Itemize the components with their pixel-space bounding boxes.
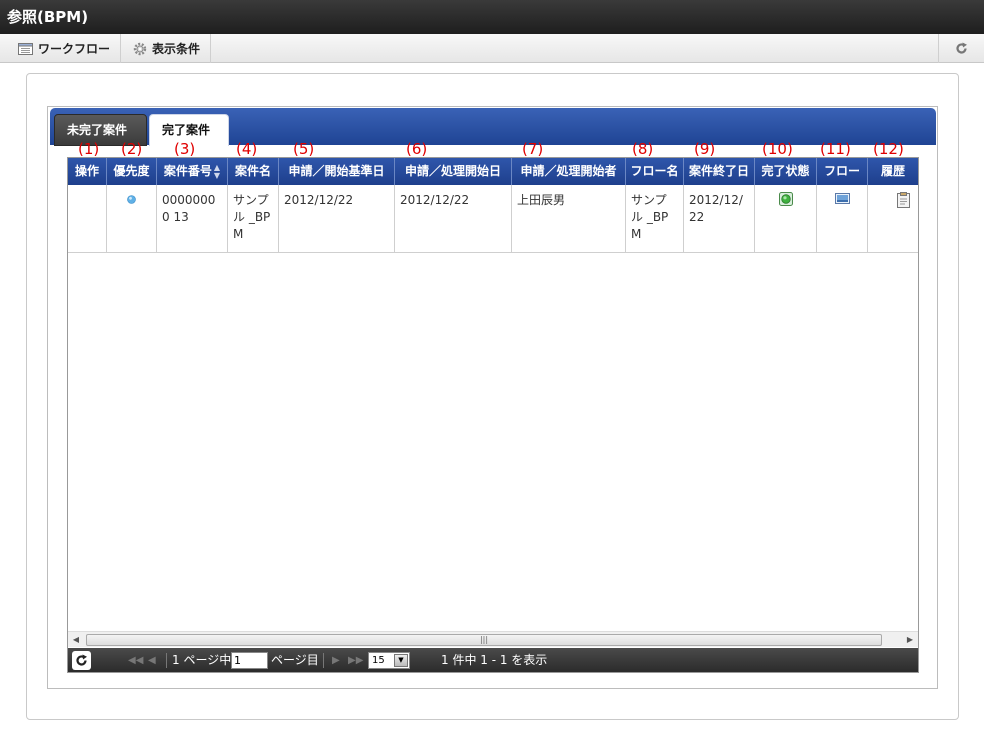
record-summary: 1 件中 1 - 1 を表示: [441, 653, 548, 667]
annotation-2: (2): [121, 140, 143, 158]
refresh-icon: [956, 42, 967, 54]
toolbar-refresh-button[interactable]: [938, 34, 984, 63]
display-conditions-label: 表示条件: [152, 41, 201, 56]
col-header-starter[interactable]: 申請／処理開始者: [512, 158, 626, 185]
col-header-case-number[interactable]: 案件番号 ▲ ▼: [157, 158, 228, 185]
col-header-priority[interactable]: 優先度: [107, 158, 157, 185]
col-header-operation[interactable]: 操作: [68, 158, 107, 185]
last-page-icon[interactable]: ▶▶: [348, 648, 363, 672]
clipboard-icon[interactable]: [897, 192, 910, 208]
annotation-3: (3): [174, 140, 196, 158]
col-header-end-date[interactable]: 案件終了日: [684, 158, 755, 185]
scrollbar-thumb[interactable]: |||: [86, 634, 882, 646]
pager-separator: [323, 653, 324, 668]
annotation-9: (9): [694, 140, 716, 158]
annotation-6: (6): [406, 140, 428, 158]
cell-case-name: サンプル _BPM: [228, 185, 279, 253]
col-header-case-number-label: 案件番号: [163, 164, 212, 178]
sort-arrow-icon: ▲ ▼: [213, 162, 221, 180]
col-header-completion-status[interactable]: 完了状態: [755, 158, 817, 185]
page-number-input[interactable]: 1: [231, 652, 268, 669]
list-icon: [18, 42, 33, 55]
table-row[interactable]: 00000000 13 サンプル _BPM 2012/12/22 2012/12…: [68, 185, 918, 253]
pager-refresh-button[interactable]: [72, 651, 91, 670]
col-header-case-name[interactable]: 案件名: [228, 158, 279, 185]
workflow-button[interactable]: ワークフロー: [8, 34, 122, 63]
cell-history[interactable]: [868, 185, 918, 253]
col-header-flow[interactable]: フロー: [817, 158, 868, 185]
col-header-process-start-date[interactable]: 申請／処理開始日: [395, 158, 512, 185]
annotation-12: (12): [873, 140, 904, 158]
display-conditions-button[interactable]: 表示条件: [123, 34, 212, 63]
cell-flow[interactable]: [817, 185, 868, 253]
page-prefix: 1 ページ中: [172, 653, 232, 667]
cell-flow-name: サンプル _BPM: [626, 185, 684, 253]
annotation-7: (7): [522, 140, 544, 158]
first-page-icon[interactable]: ◀◀: [128, 648, 143, 672]
cell-priority: [107, 185, 157, 253]
annotation-11: (11): [820, 140, 851, 158]
chevron-down-icon[interactable]: ▼: [394, 654, 408, 667]
cell-process-start-date: 2012/12/22: [395, 185, 512, 253]
col-header-start-base-date[interactable]: 申請／開始基準日: [279, 158, 395, 185]
workflow-label: ワークフロー: [38, 41, 111, 56]
pager: ◀◀ ◀ 1 ページ中 1 ページ目 ▶ ▶▶ 15 ▼ 1 件中 1 - 1 …: [68, 648, 918, 672]
blue-dot-icon: [127, 195, 136, 204]
flow-image-icon[interactable]: [834, 193, 850, 204]
cell-completion-status[interactable]: [755, 185, 817, 253]
window-title: 参照(BPM): [0, 0, 984, 34]
next-page-icon[interactable]: ▶: [332, 648, 340, 672]
page-size-select[interactable]: 15 ▼: [368, 652, 410, 669]
cell-start-base-date: 2012/12/22: [279, 185, 395, 253]
pager-separator: [166, 653, 167, 668]
green-complete-icon[interactable]: [778, 192, 793, 206]
annotation-1: (1): [78, 140, 100, 158]
scroll-right-arrow-icon[interactable]: ▶: [902, 632, 918, 648]
horizontal-scrollbar[interactable]: ◀ ||| ▶: [68, 631, 918, 647]
toolbar: ワークフロー 表示条件: [0, 34, 984, 63]
cell-case-number: 00000000 13: [157, 185, 228, 253]
annotation-4: (4): [236, 140, 258, 158]
scroll-left-arrow-icon[interactable]: ◀: [68, 632, 84, 648]
cell-starter: 上田辰男: [512, 185, 626, 253]
col-header-flow-name[interactable]: フロー名: [626, 158, 684, 185]
page-size-value: 15: [372, 655, 385, 666]
cell-operation[interactable]: [68, 185, 107, 253]
grid-header: 操作 優先度 案件番号 ▲ ▼ 案件名 申請／開始基準日 申請／処理開始日 申請／処…: [68, 158, 918, 185]
annotation-10: (10): [762, 140, 793, 158]
col-header-history[interactable]: 履歴: [868, 158, 918, 185]
cell-end-date: 2012/12/22: [684, 185, 755, 253]
case-grid: 操作 優先度 案件番号 ▲ ▼ 案件名 申請／開始基準日 申請／処理開始日 申請／処…: [67, 157, 919, 673]
prev-page-icon[interactable]: ◀: [148, 648, 156, 672]
annotation-5: (5): [293, 140, 315, 158]
refresh-icon: [76, 654, 87, 666]
page-suffix: ページ目: [271, 653, 319, 667]
gear-icon: [133, 42, 147, 55]
annotation-8: (8): [632, 140, 654, 158]
